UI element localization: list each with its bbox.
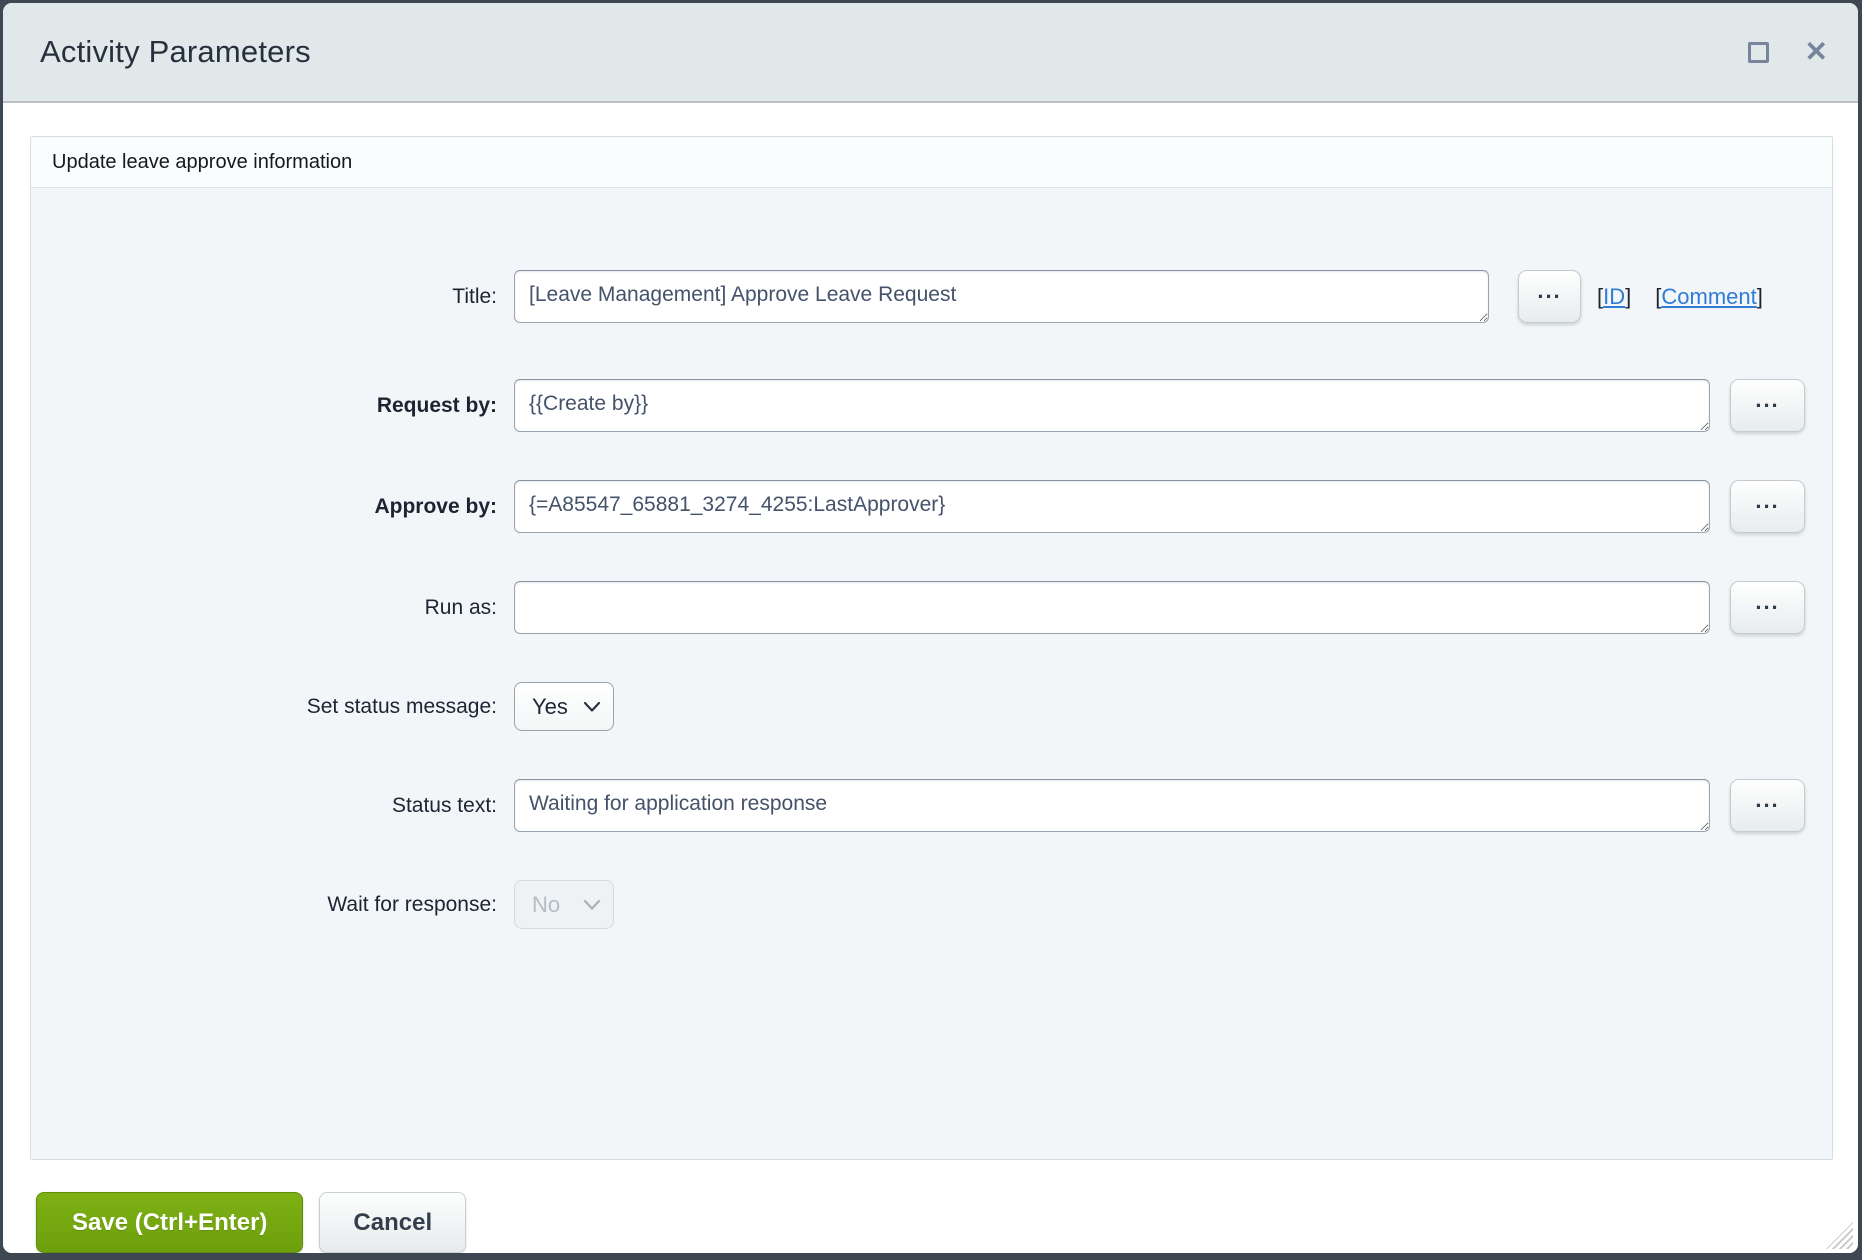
- title-input[interactable]: [Leave Management] Approve Leave Request: [514, 270, 1489, 323]
- set-status-message-row: Set status message: Yes: [31, 682, 1832, 731]
- activity-parameters-dialog: Activity Parameters ✕ Update leave appro…: [3, 3, 1858, 1253]
- title-row: Title: [Leave Management] Approve Leave …: [31, 270, 1832, 323]
- run-as-input[interactable]: [514, 581, 1710, 634]
- request-by-label: Request by:: [31, 394, 497, 418]
- request-by-ellipsis-button[interactable]: ...: [1730, 379, 1805, 432]
- save-button[interactable]: Save (Ctrl+Enter): [36, 1192, 303, 1253]
- wait-for-response-row: Wait for response: No: [31, 880, 1832, 929]
- page-title: Activity Parameters: [40, 34, 1748, 70]
- approve-by-input[interactable]: {=A85547_65881_3274_4255:LastApprover}: [514, 480, 1710, 533]
- run-as-label: Run as:: [31, 596, 497, 620]
- activity-panel: Update leave approve information Title: …: [30, 136, 1833, 1160]
- status-text-row: Status text: Waiting for application res…: [31, 779, 1832, 832]
- footer-buttons: Save (Ctrl+Enter) Cancel: [36, 1192, 1831, 1253]
- title-label: Title:: [31, 285, 497, 309]
- approve-by-label: Approve by:: [31, 495, 497, 519]
- cancel-button[interactable]: Cancel: [319, 1192, 466, 1253]
- window-controls: ✕: [1748, 38, 1828, 66]
- status-text-label: Status text:: [31, 794, 497, 818]
- wait-for-response-select: No: [514, 880, 614, 929]
- title-ellipsis-button[interactable]: ...: [1518, 270, 1581, 323]
- status-text-input[interactable]: Waiting for application response: [514, 779, 1710, 832]
- parameters-form: Title: [Leave Management] Approve Leave …: [31, 188, 1832, 1159]
- comment-link[interactable]: Comment: [1661, 284, 1756, 309]
- set-status-message-label: Set status message:: [31, 695, 497, 719]
- approve-by-ellipsis-button[interactable]: ...: [1730, 480, 1805, 533]
- close-icon[interactable]: ✕: [1805, 38, 1828, 66]
- run-as-ellipsis-button[interactable]: ...: [1730, 581, 1805, 634]
- id-link[interactable]: ID: [1603, 284, 1625, 309]
- wait-for-response-label: Wait for response:: [31, 893, 497, 917]
- status-text-ellipsis-button[interactable]: ...: [1730, 779, 1805, 832]
- approve-by-row: Approve by: {=A85547_65881_3274_4255:Las…: [31, 480, 1832, 533]
- activity-description: Update leave approve information: [31, 137, 1832, 188]
- set-status-message-select[interactable]: Yes: [514, 682, 614, 731]
- request-by-input[interactable]: {{Create by}}: [514, 379, 1710, 432]
- id-link-wrap: [ID]: [1597, 284, 1631, 310]
- request-by-row: Request by: {{Create by}} ...: [31, 379, 1832, 432]
- comment-link-wrap: [Comment]: [1655, 284, 1763, 310]
- run-as-row: Run as: ...: [31, 581, 1832, 634]
- dialog-body: Update leave approve information Title: …: [3, 103, 1858, 1253]
- maximize-icon[interactable]: [1748, 42, 1769, 63]
- dialog-header: Activity Parameters ✕: [3, 3, 1858, 103]
